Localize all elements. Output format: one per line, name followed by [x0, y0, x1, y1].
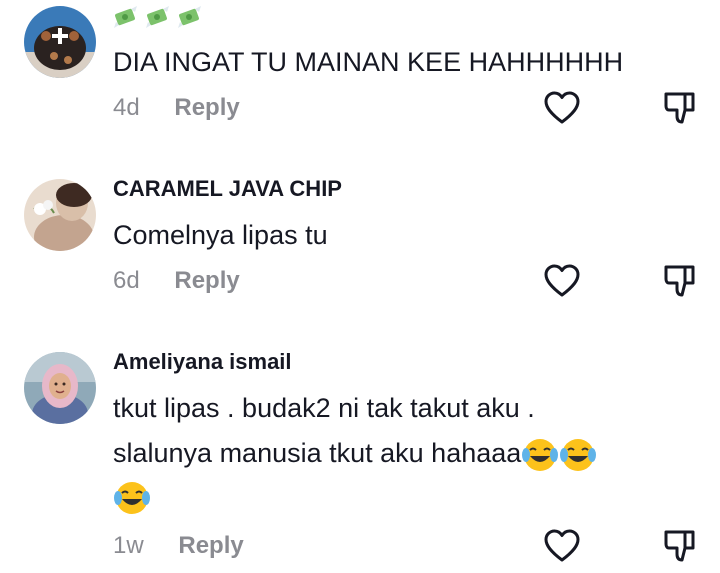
thumbs-down-outline-icon	[664, 92, 695, 124]
comment-text: slalunya manusia tkut aku hahaaa😂😂	[113, 430, 597, 476]
comment-username[interactable]: CARAMEL JAVA CHIP	[113, 176, 342, 202]
reply-button[interactable]: Reply	[174, 267, 239, 294]
comment-meta: 6d Reply	[113, 267, 240, 295]
avatar[interactable]	[24, 6, 96, 78]
heart-outline-icon	[544, 264, 580, 297]
dislike-button[interactable]	[660, 261, 700, 301]
comment-text-line: slalunya manusia tkut aku hahaaa	[113, 438, 522, 468]
comment-text: tkut lipas . budak2 ni tak takut aku .	[113, 393, 535, 423]
comment-time: 1w	[113, 532, 144, 559]
avatar[interactable]	[24, 179, 96, 251]
reply-button[interactable]: Reply	[178, 532, 243, 559]
comment-username[interactable]: Ameliyana ismail	[113, 349, 292, 375]
money-decoration	[113, 5, 203, 31]
thumbs-down-outline-icon	[664, 265, 695, 297]
money-with-wings-icon	[178, 6, 201, 28]
money-with-wings-icon	[114, 6, 137, 28]
dislike-button[interactable]	[660, 526, 700, 566]
like-button[interactable]	[542, 88, 582, 128]
reply-button[interactable]: Reply	[174, 94, 239, 121]
money-with-wings-icon	[146, 6, 169, 28]
thumbs-down-outline-icon	[664, 530, 695, 562]
avatar[interactable]	[24, 352, 96, 424]
face-with-tears-of-joy-icon	[522, 438, 559, 471]
comment-text: DIA INGAT TU MAINAN KEE HAHHHHHH	[113, 47, 624, 77]
like-button[interactable]	[542, 526, 582, 566]
face-with-tears-of-joy-icon	[560, 438, 597, 471]
comment-meta: 4d Reply	[113, 94, 240, 122]
comment-time: 4d	[113, 94, 140, 121]
comment-meta: 1w Reply	[113, 532, 244, 560]
heart-outline-icon	[544, 91, 580, 124]
comment-text-emoji-line: 😂	[113, 480, 151, 516]
comment-time: 6d	[113, 267, 140, 294]
dislike-button[interactable]	[660, 88, 700, 128]
face-with-tears-of-joy-icon	[114, 482, 150, 514]
heart-outline-icon	[544, 529, 580, 562]
comment-text: Comelnya lipas tu	[113, 220, 328, 250]
like-button[interactable]	[542, 261, 582, 301]
